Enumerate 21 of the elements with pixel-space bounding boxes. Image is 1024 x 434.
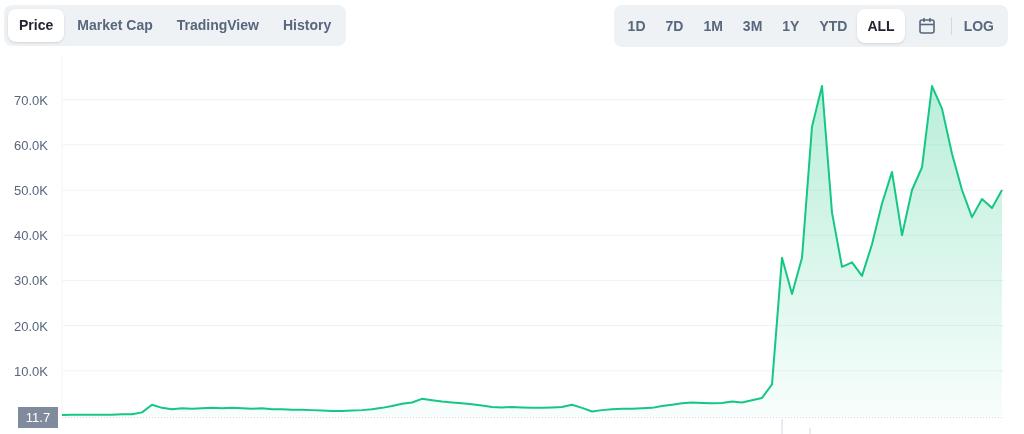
price-marker: 11.7 xyxy=(18,407,58,428)
y-axis-label: 20.0K xyxy=(14,318,48,334)
chart-tab[interactable]: History xyxy=(271,9,343,42)
y-axis-label: 50.0K xyxy=(14,183,48,198)
y-axis-label: 30.0K xyxy=(14,273,48,289)
range-tab[interactable]: 3M xyxy=(732,9,773,43)
range-tab[interactable]: 7D xyxy=(655,9,694,43)
range-tab[interactable]: 1D xyxy=(617,9,656,43)
log-toggle[interactable]: LOG xyxy=(953,9,1004,43)
range-tab[interactable]: 1M xyxy=(693,9,733,43)
chart-tab[interactable]: TradingView xyxy=(165,9,270,42)
calendar-icon xyxy=(917,17,936,35)
range-tab[interactable]: ALL xyxy=(857,9,905,43)
range-tab[interactable]: YTD xyxy=(809,9,858,43)
y-axis-label: 60.0K xyxy=(14,137,48,153)
y-axis-label: 70.0K xyxy=(14,92,48,108)
y-axis-label: 40.0K xyxy=(14,228,48,244)
y-axis-label: 10.0K xyxy=(14,363,48,379)
chart-tab[interactable]: Market Cap xyxy=(66,9,164,42)
range-tab[interactable]: 1Y xyxy=(772,9,810,43)
chart-tab[interactable]: Price xyxy=(8,9,65,42)
